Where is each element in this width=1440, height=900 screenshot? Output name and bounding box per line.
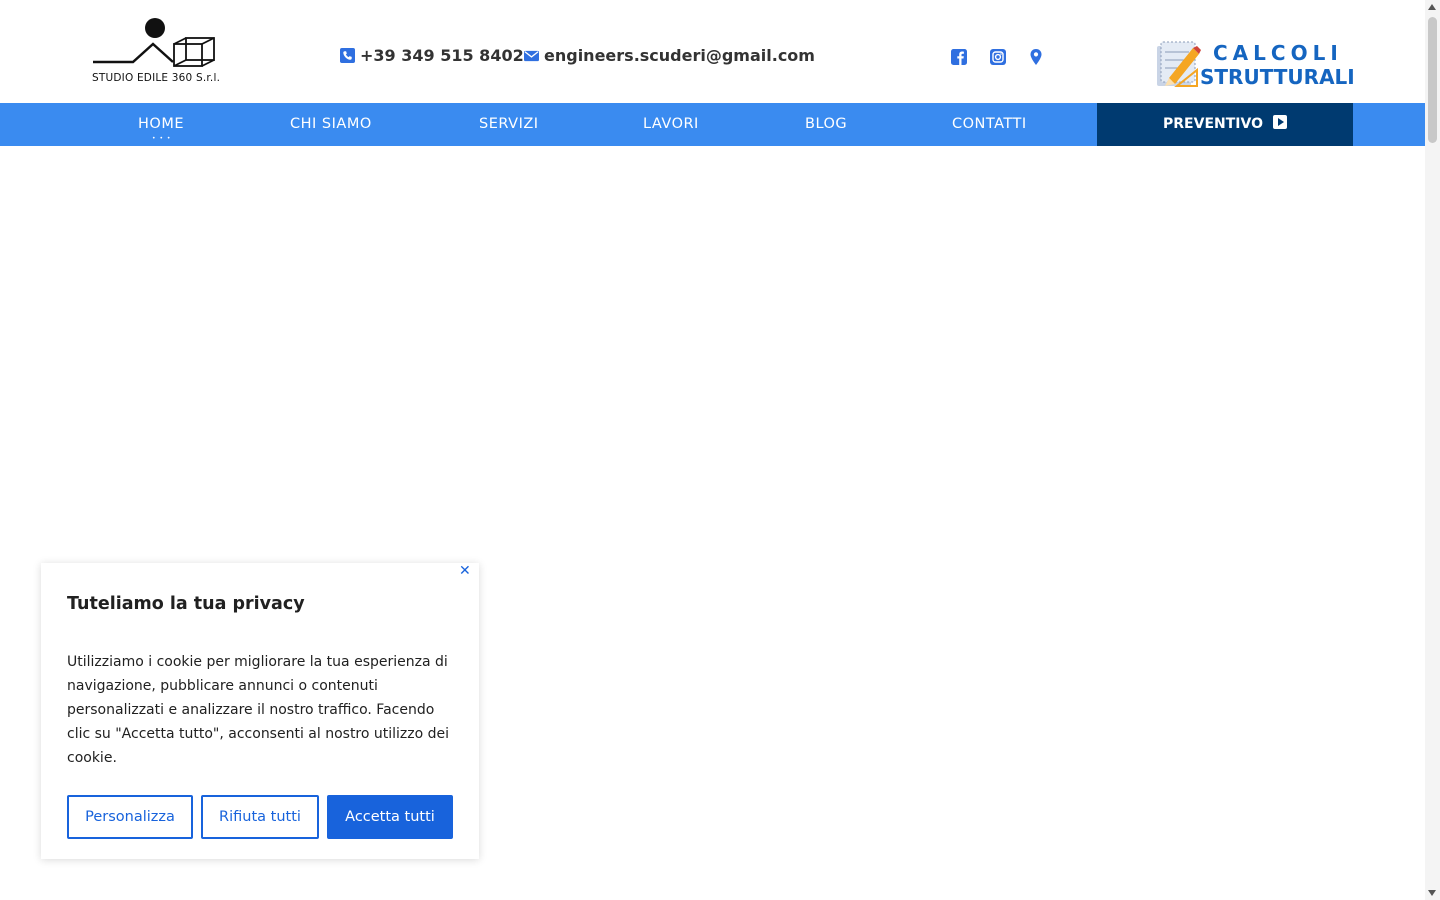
phone-icon: [340, 48, 355, 63]
logo-text: STUDIO EDILE 360 S.r.l.: [92, 72, 221, 84]
page-scrollbar[interactable]: [1425, 0, 1440, 900]
phone-link[interactable]: +39 349 515 8402: [340, 46, 524, 65]
blueprint-pencil-icon: [1157, 41, 1201, 87]
partner-logo-line2: STRUTTURALI: [1200, 65, 1355, 89]
scroll-down-arrow-icon[interactable]: [1428, 890, 1436, 896]
top-header: STUDIO EDILE 360 S.r.l. +39 349 515 8402…: [0, 0, 1425, 103]
email-link[interactable]: engineers.scuderi@gmail.com: [524, 46, 815, 65]
cookie-consent-dialog: ✕ Tuteliamo la tua privacy Utilizziamo i…: [41, 563, 479, 859]
accept-all-button[interactable]: Accetta tutti: [327, 795, 453, 839]
customize-button[interactable]: Personalizza: [67, 795, 193, 839]
logo-graphic: [93, 18, 215, 67]
nav-item-blog[interactable]: BLOG: [805, 103, 847, 146]
nav-item-home[interactable]: HOME: [138, 103, 184, 160]
nav-item-chi-siamo[interactable]: CHI SIAMO: [290, 103, 372, 146]
cookie-description: Utilizziamo i cookie per migliorare la t…: [67, 654, 450, 766]
close-icon[interactable]: ✕: [459, 564, 471, 578]
instagram-icon[interactable]: [989, 48, 1007, 66]
partner-logo-line1: CALCOLI: [1213, 41, 1343, 65]
site-logo[interactable]: STUDIO EDILE 360 S.r.l.: [88, 14, 220, 90]
nav-item-servizi[interactable]: SERVIZI: [479, 103, 539, 146]
reject-all-button[interactable]: Rifiuta tutti: [201, 795, 319, 839]
preventivo-label: PREVENTIVO: [1163, 116, 1263, 132]
play-square-icon: [1272, 115, 1287, 129]
nav-item-lavori[interactable]: LAVORI: [643, 103, 699, 146]
email-address: engineers.scuderi@gmail.com: [544, 46, 815, 65]
phone-number: +39 349 515 8402: [360, 46, 524, 65]
map-marker-icon[interactable]: [1027, 48, 1045, 66]
partner-logo-calcoli-strutturali[interactable]: CALCOLI STRUTTURALI: [1155, 40, 1355, 90]
facebook-icon[interactable]: [950, 48, 968, 66]
nav-item-contatti[interactable]: CONTATTI: [952, 103, 1027, 146]
preventivo-button[interactable]: PREVENTIVO: [1097, 103, 1353, 146]
envelope-icon: [524, 50, 539, 62]
scroll-up-arrow-icon[interactable]: [1428, 4, 1436, 10]
cookie-title: Tuteliamo la tua privacy: [67, 594, 305, 614]
scroll-thumb[interactable]: [1428, 17, 1437, 143]
